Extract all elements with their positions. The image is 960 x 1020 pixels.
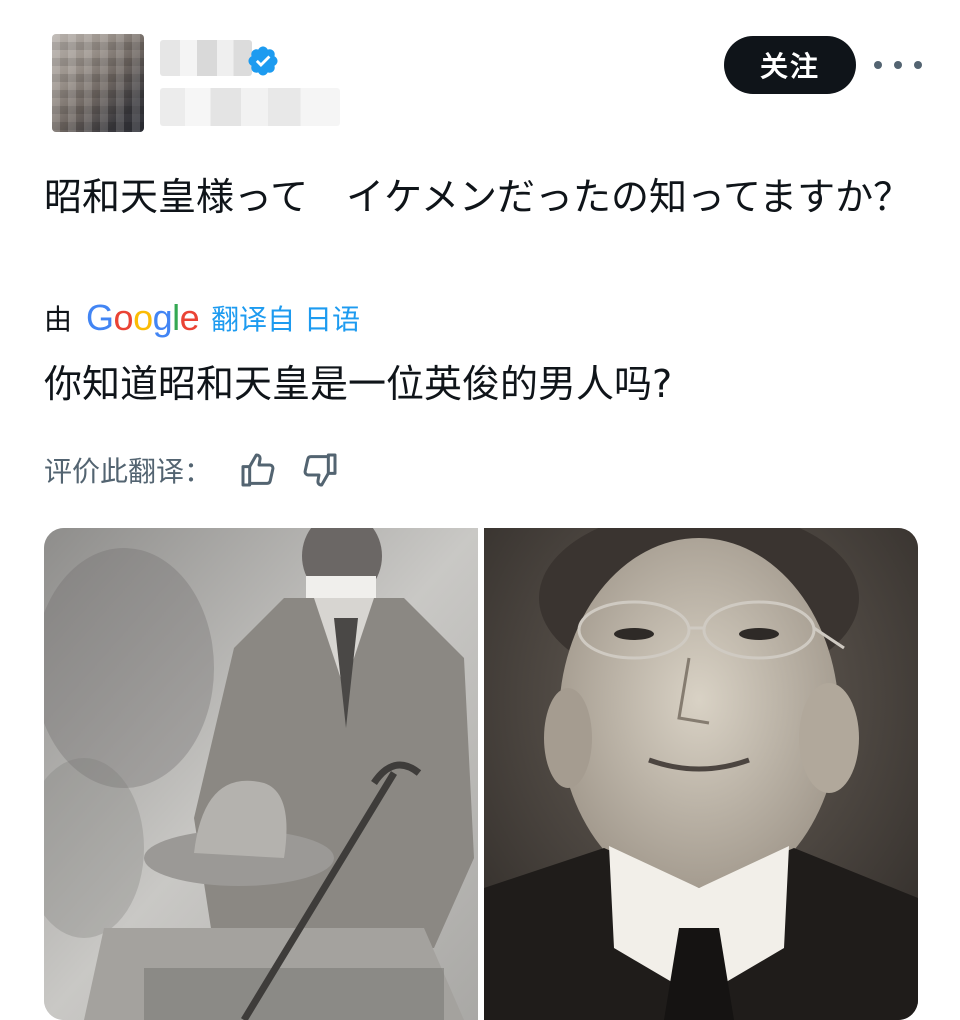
dot-icon <box>894 61 902 69</box>
dot-icon <box>874 61 882 69</box>
thumbs-down-icon[interactable] <box>300 450 340 490</box>
verified-badge-icon <box>248 46 278 76</box>
follow-button[interactable]: 关注 <box>724 36 856 94</box>
translated-from-link[interactable]: 翻译自 日语 <box>211 298 360 338</box>
google-logo: Google <box>86 297 200 338</box>
photo-seated-man[interactable] <box>44 528 478 1020</box>
rate-translation-label: 评价此翻译： <box>44 455 213 488</box>
post-card: 关注 昭和天皇様って イケメンだったの知ってますか？ 由 Google 翻译自 … <box>0 0 960 1020</box>
translated-text: 你知道昭和天皇是一位英俊的男人吗? <box>44 362 673 406</box>
post-text: 昭和天皇様って イケメンだったの知ってますか？ <box>44 175 912 219</box>
display-name-blurred[interactable] <box>160 40 252 76</box>
rate-translation-row: 评价此翻译： <box>44 446 362 494</box>
translation-prefix: 由 <box>44 303 73 336</box>
username-blurred[interactable] <box>160 88 340 126</box>
more-options-icon[interactable] <box>874 50 922 80</box>
media-grid <box>44 528 918 1020</box>
dot-icon <box>914 61 922 69</box>
translation-attribution: 由 Google 翻译自 日语 <box>44 296 360 340</box>
photo-portrait-glasses[interactable] <box>484 528 918 1020</box>
thumbs-up-icon[interactable] <box>238 450 278 490</box>
avatar[interactable] <box>52 34 144 132</box>
